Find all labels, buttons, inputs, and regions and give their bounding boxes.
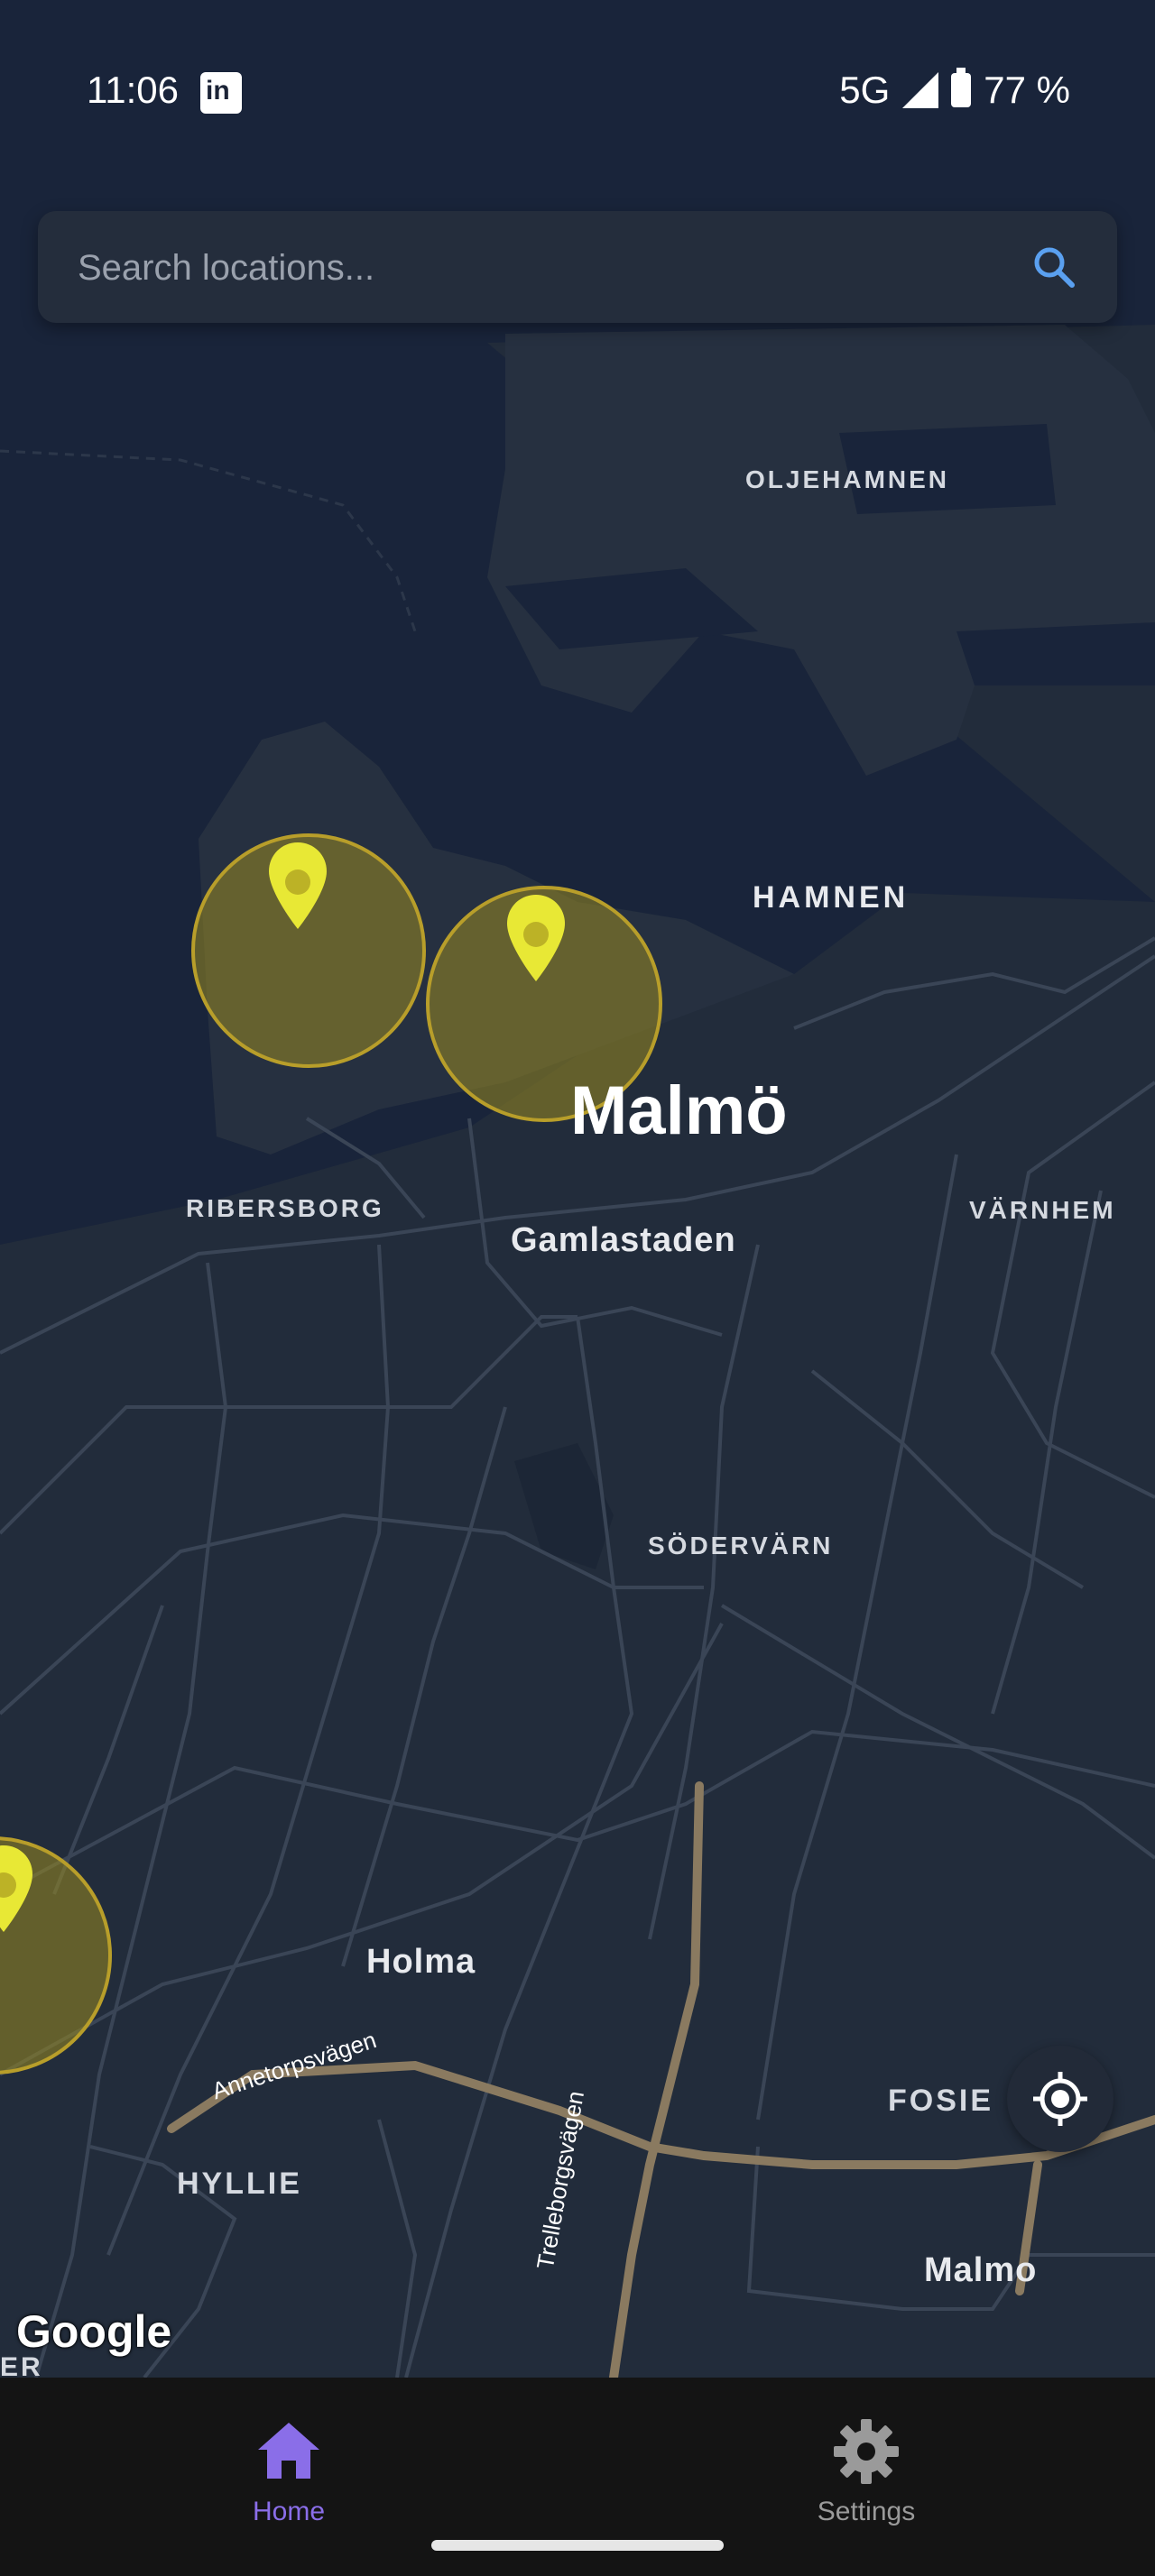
nav-item-settings[interactable]: Settings bbox=[731, 2396, 1002, 2526]
status-indicators: 5G 77 % bbox=[839, 68, 1070, 112]
map-label-hamnen: HAMNEN bbox=[753, 880, 910, 915]
location-marker-1[interactable] bbox=[269, 842, 327, 929]
linkedin-icon: in bbox=[200, 72, 242, 114]
gear-icon bbox=[834, 2419, 899, 2484]
map-view[interactable]: OLJEHAMNEN HAMNEN Malmö RIBERSBORG Gamla… bbox=[0, 0, 1155, 2378]
network-type: 5G bbox=[839, 69, 891, 111]
nav-label-settings: Settings bbox=[817, 2497, 916, 2526]
battery-icon bbox=[951, 68, 972, 107]
map-label-fosie: FOSIE bbox=[888, 2084, 994, 2118]
nav-item-home[interactable]: Home bbox=[153, 2396, 424, 2526]
nav-label-home: Home bbox=[252, 2497, 326, 2526]
map-label-gamlastaden: Gamlastaden bbox=[511, 1221, 736, 1259]
bottom-navigation: Home Settings bbox=[0, 2378, 1155, 2576]
my-location-icon bbox=[1033, 2072, 1087, 2126]
home-indicator-bar[interactable] bbox=[431, 2540, 724, 2551]
search-bar[interactable] bbox=[38, 211, 1117, 325]
home-icon bbox=[258, 2423, 319, 2479]
status-bar: 11:06 in 5G 77 % bbox=[0, 0, 1155, 189]
battery-level: 77 % bbox=[984, 69, 1070, 111]
map-label-hyllie: HYLLIE bbox=[177, 2167, 302, 2201]
map-canvas[interactable] bbox=[0, 0, 1155, 2378]
map-label-city: Malmö bbox=[570, 1072, 788, 1149]
map-label-malmo-lower: Malmo bbox=[924, 2251, 1038, 2289]
map-label-ribersborg: RIBERSBORG bbox=[186, 1194, 384, 1222]
linkedin-icon-text: in bbox=[206, 76, 230, 106]
map-label-edge: ER bbox=[0, 2352, 43, 2378]
map-label-sodervarn: SÖDERVÄRN bbox=[648, 1532, 834, 1559]
harbor-basin-3 bbox=[956, 622, 1155, 685]
google-attribution-logo: Google bbox=[16, 2306, 172, 2357]
location-marker-3[interactable] bbox=[0, 1845, 32, 1932]
map-label-varnhem: VÄRNHEM bbox=[969, 1196, 1116, 1224]
status-time: 11:06 bbox=[87, 69, 179, 111]
map-label-oljehamnen: OLJEHAMNEN bbox=[745, 465, 950, 493]
search-input[interactable] bbox=[76, 211, 1018, 325]
location-marker-2[interactable] bbox=[507, 895, 565, 981]
my-location-button[interactable] bbox=[1007, 2046, 1113, 2152]
signal-icon bbox=[902, 72, 939, 108]
map-label-holma: Holma bbox=[366, 1943, 476, 1981]
search-icon[interactable] bbox=[1030, 244, 1077, 290]
